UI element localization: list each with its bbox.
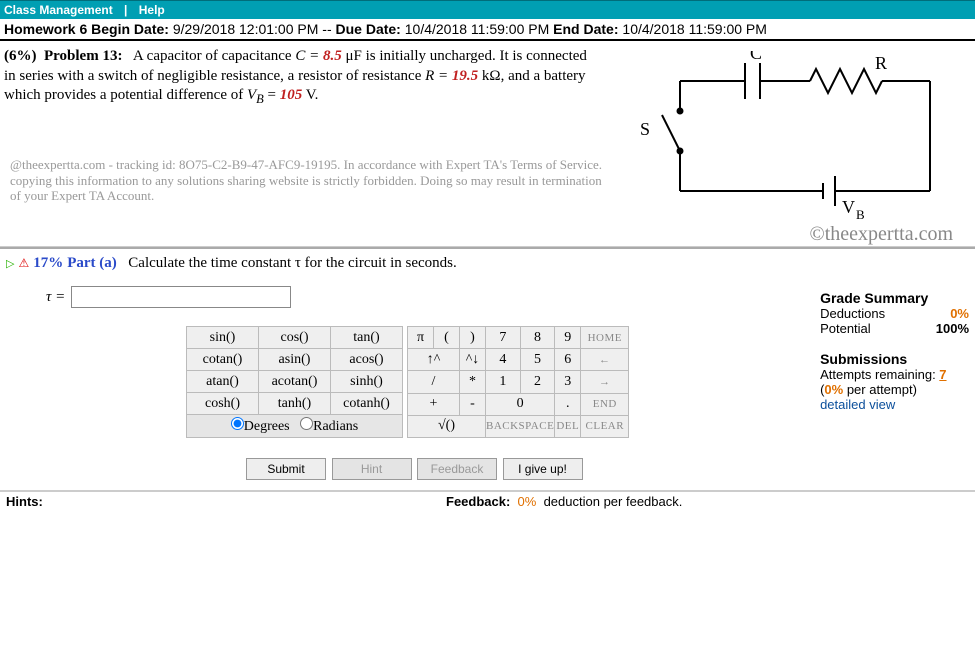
giveup-button[interactable]: I give up!	[503, 458, 583, 480]
problem-number: Problem 13:	[44, 48, 122, 64]
part-label: Part (a)	[67, 255, 117, 272]
grade-summary-header: Grade Summary	[820, 290, 969, 306]
key-end[interactable]: END	[581, 393, 629, 415]
deductions-label: Deductions	[820, 306, 885, 321]
key-atan[interactable]: atan()	[187, 371, 259, 393]
submissions-header: Submissions	[820, 351, 969, 367]
key-lparen[interactable]: (	[434, 327, 460, 349]
due-label: Due Date:	[336, 21, 401, 37]
key-acos[interactable]: acos()	[331, 349, 403, 371]
key-tan[interactable]: tan()	[331, 327, 403, 349]
deductions-value: 0%	[950, 306, 969, 321]
numeric-pad: π ( ) 7 8 9 HOME ↑^ ^↓ 4 5 6 ← /	[407, 326, 629, 438]
key-cos[interactable]: cos()	[259, 327, 331, 349]
key-cosh[interactable]: cosh()	[187, 393, 259, 415]
key-3[interactable]: 3	[555, 371, 581, 393]
part-text: Calculate the time constant τ for the ci…	[128, 255, 456, 272]
radio-degrees[interactable]	[231, 417, 244, 430]
key-mul[interactable]: *	[460, 371, 486, 393]
grade-panel: Grade Summary Deductions 0% Potential 10…	[820, 286, 969, 486]
play-icon: ▷	[6, 257, 14, 270]
part-percent: 17%	[33, 255, 63, 272]
label-c: C	[750, 51, 762, 63]
due-date: 10/4/2018 11:59:00 PM	[405, 21, 550, 37]
key-6[interactable]: 6	[555, 349, 581, 371]
key-sinh[interactable]: sinh()	[331, 371, 403, 393]
nav-separator: |	[124, 3, 127, 17]
label-v: V	[842, 197, 855, 217]
key-sqrt[interactable]: √()	[408, 415, 486, 437]
submit-button[interactable]: Submit	[246, 458, 326, 480]
answer-input[interactable]	[71, 286, 291, 308]
key-left[interactable]: ←	[581, 349, 629, 371]
circuit-diagram: C R S V B ©theexpertta.com	[615, 41, 975, 246]
label-s: S	[640, 119, 650, 139]
attempts-remaining: Attempts remaining: 7	[820, 367, 969, 382]
key-backspace[interactable]: BACKSPACE	[486, 415, 555, 437]
mode-radians[interactable]: Radians	[300, 419, 358, 434]
key-up[interactable]: ↑^	[408, 349, 460, 371]
key-cotan[interactable]: cotan()	[187, 349, 259, 371]
key-sin[interactable]: sin()	[187, 327, 259, 349]
key-right[interactable]: →	[581, 371, 629, 393]
per-attempt: (0% per attempt)	[820, 382, 969, 397]
key-tanh[interactable]: tanh()	[259, 393, 331, 415]
key-rparen[interactable]: )	[460, 327, 486, 349]
key-asin[interactable]: asin()	[259, 349, 331, 371]
watermark: ©theexpertta.com	[615, 223, 965, 246]
potential-label: Potential	[820, 321, 871, 336]
date-bar: Homework 6 Begin Date: 9/29/2018 12:01:0…	[0, 19, 975, 41]
part-header: ▷ ⚠ 17% Part (a) Calculate the time cons…	[0, 247, 975, 278]
begin-date: 9/29/2018 12:01:00 PM	[173, 21, 319, 37]
tracking-notice: @theexpertta.com - tracking id: 8O75-C2-…	[4, 107, 611, 212]
key-pi[interactable]: π	[408, 327, 434, 349]
key-8[interactable]: 8	[520, 327, 555, 349]
key-1[interactable]: 1	[486, 371, 521, 393]
end-label: End Date:	[553, 21, 618, 37]
key-9[interactable]: 9	[555, 327, 581, 349]
key-4[interactable]: 4	[486, 349, 521, 371]
label-vsub: B	[856, 207, 865, 221]
function-pad: sin() cos() tan() cotan() asin() acos() …	[186, 326, 403, 438]
key-div[interactable]: /	[408, 371, 460, 393]
nav-class-management[interactable]: Class Management	[4, 3, 113, 17]
key-5[interactable]: 5	[520, 349, 555, 371]
key-del[interactable]: DEL	[555, 415, 581, 437]
key-plus[interactable]: +	[408, 393, 460, 415]
detailed-view-link[interactable]: detailed view	[820, 397, 969, 412]
hw-label: Homework 6 Begin Date:	[4, 21, 169, 37]
key-cotanh[interactable]: cotanh()	[331, 393, 403, 415]
angle-mode-row: Degrees Radians	[187, 415, 403, 438]
nav-bar: Class Management | Help	[0, 0, 975, 19]
action-buttons: Submit Hint Feedback I give up!	[246, 458, 820, 480]
key-0[interactable]: 0	[486, 393, 555, 415]
key-acotan[interactable]: acotan()	[259, 371, 331, 393]
problem-percent: (6%)	[4, 48, 37, 64]
potential-value: 100%	[936, 321, 969, 336]
problem-statement: (6%) Problem 13: A capacitor of capacita…	[4, 47, 594, 107]
hints-label: Hints:	[0, 492, 440, 511]
radio-radians[interactable]	[300, 417, 313, 430]
feedback-button[interactable]: Feedback	[417, 458, 497, 480]
key-7[interactable]: 7	[486, 327, 521, 349]
warning-icon: ⚠	[18, 256, 29, 271]
key-home[interactable]: HOME	[581, 327, 629, 349]
key-down[interactable]: ^↓	[460, 349, 486, 371]
key-dot[interactable]: .	[555, 393, 581, 415]
label-r: R	[875, 53, 887, 73]
feedback-info: Feedback: 0% deduction per feedback.	[440, 492, 688, 511]
key-minus[interactable]: -	[460, 393, 486, 415]
key-clear[interactable]: CLEAR	[581, 415, 629, 437]
end-date: 10/4/2018 11:59:00 PM	[622, 21, 767, 37]
hint-button[interactable]: Hint	[332, 458, 412, 480]
mode-degrees[interactable]: Degrees	[231, 419, 290, 434]
tau-label: τ =	[46, 289, 65, 306]
key-2[interactable]: 2	[520, 371, 555, 393]
nav-help[interactable]: Help	[139, 3, 165, 17]
